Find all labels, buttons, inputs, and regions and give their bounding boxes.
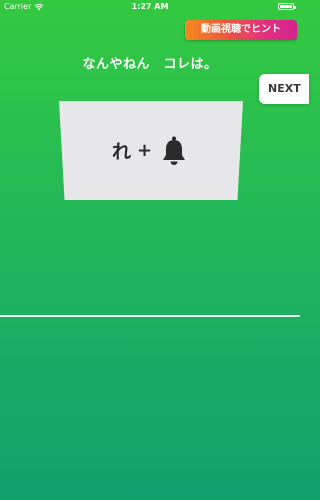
- puzzle-content: れ +: [59, 101, 243, 200]
- hint-video-button[interactable]: 動画視聴でヒント: [185, 20, 297, 40]
- status-bar: Carrier 1:27 AM: [0, 0, 300, 14]
- status-time: 1:27 AM: [131, 2, 169, 11]
- bell-icon: [163, 136, 186, 165]
- puzzle-operator: +: [136, 140, 153, 161]
- next-button[interactable]: NEXT: [259, 74, 309, 104]
- question-title: なんやねん コレは。: [82, 57, 218, 72]
- puzzle-character: れ: [111, 141, 131, 163]
- answer-divider: [0, 315, 300, 317]
- battery-icon: [278, 3, 296, 10]
